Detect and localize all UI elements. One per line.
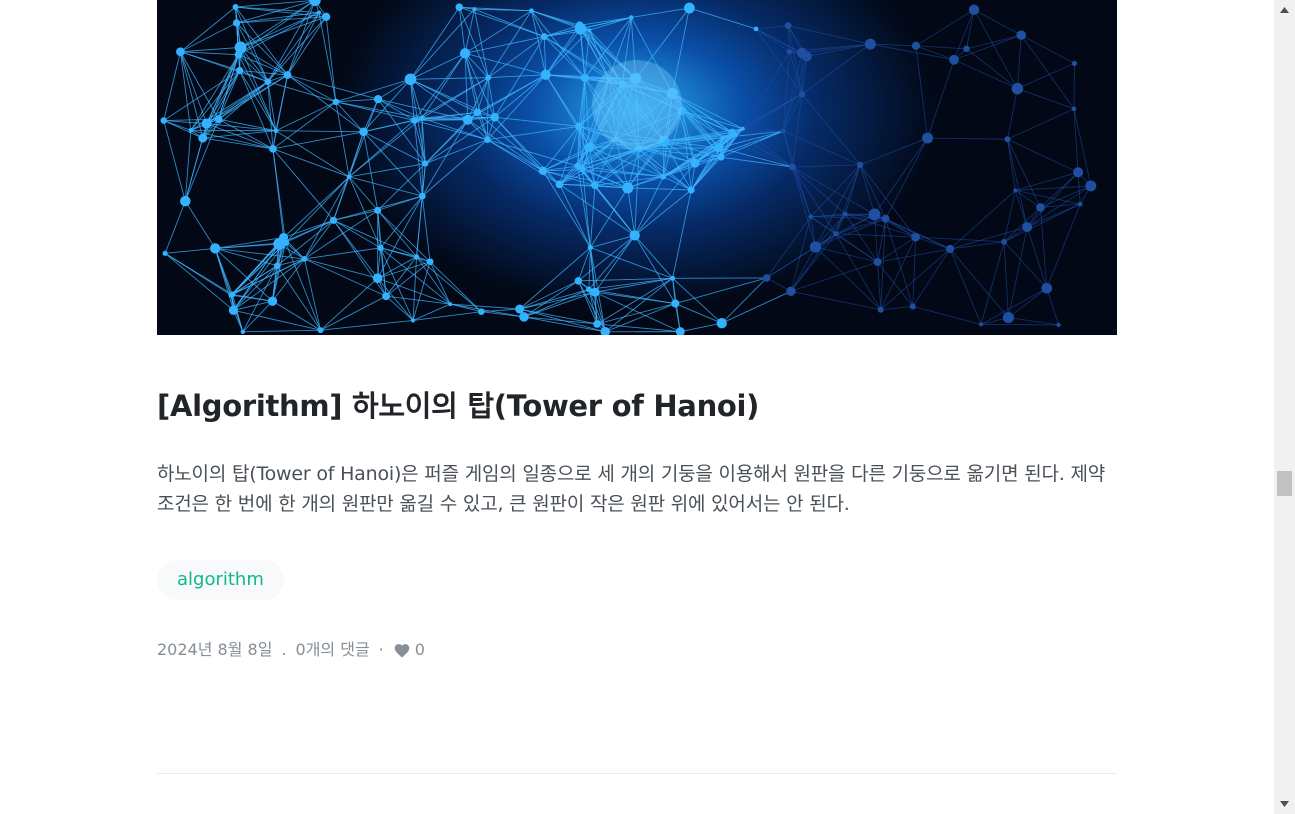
light-glow: [592, 60, 682, 150]
post-divider: [157, 773, 1117, 774]
network-illustration: [160, 0, 1097, 335]
tag-algorithm[interactable]: algorithm: [157, 560, 284, 600]
heart-icon: [393, 642, 411, 658]
scrollbar-thumb[interactable]: [1277, 471, 1292, 496]
scroll-down-arrow-icon[interactable]: [1274, 794, 1295, 814]
post-thumbnail[interactable]: [157, 0, 1117, 335]
like-count: 0: [414, 640, 425, 659]
network-nodes: [160, 0, 1097, 335]
post-description: 하노이의 탑(Tower of Hanoi)은 퍼즐 게임의 일종으로 세 개의…: [157, 463, 1106, 515]
comment-count: 0개의 댓글: [295, 640, 370, 659]
network-lines: [163, 0, 1092, 333]
vertical-scrollbar[interactable]: [1274, 0, 1295, 814]
meta-separator: .: [281, 640, 287, 659]
scroll-up-arrow-icon[interactable]: [1274, 0, 1295, 20]
post-date: 2024년 8월 8일: [157, 640, 273, 659]
post-title[interactable]: [Algorithm] 하노이의 탑(Tower of Hanoi): [157, 383, 759, 425]
post-meta: 2024년 8월 8일 . 0개의 댓글 · 0: [157, 638, 425, 662]
meta-dot: ·: [378, 640, 384, 659]
